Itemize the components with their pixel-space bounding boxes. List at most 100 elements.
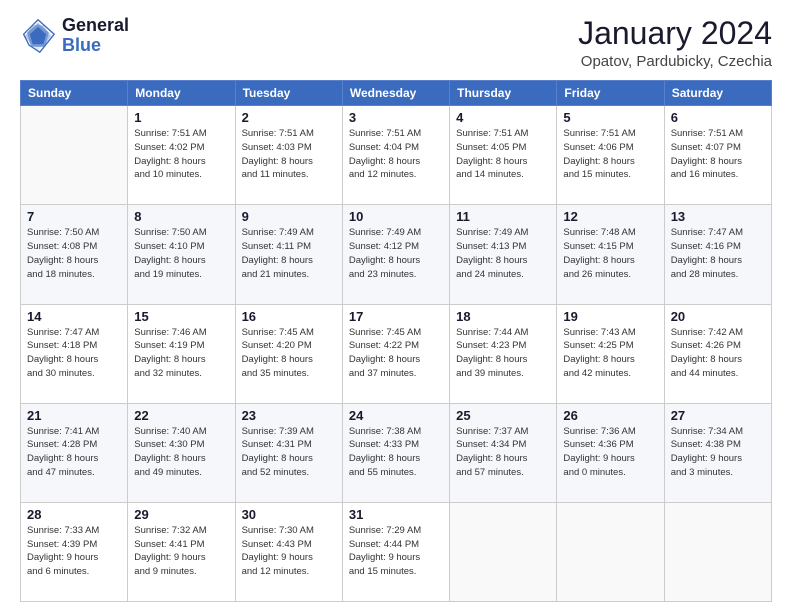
day-info: Sunrise: 7:49 AMSunset: 4:13 PMDaylight:… [456,226,550,281]
day-info: Sunrise: 7:45 AMSunset: 4:20 PMDaylight:… [242,326,336,381]
table-cell [450,502,557,601]
day-number: 3 [349,110,443,125]
day-number: 17 [349,309,443,324]
day-info: Sunrise: 7:42 AMSunset: 4:26 PMDaylight:… [671,326,765,381]
table-cell: 7Sunrise: 7:50 AMSunset: 4:08 PMDaylight… [21,205,128,304]
table-cell: 6 Sunrise: 7:51 AMSunset: 4:07 PMDaylight… [664,106,771,205]
table-cell: 12 Sunrise: 7:48 AMSunset: 4:15 PMDayligh… [557,205,664,304]
day-number: 28 [27,507,121,522]
day-info: Sunrise: 7:51 AMSunset: 4:07 PMDaylight:… [671,127,765,182]
day-info: Sunrise: 7:51 AMSunset: 4:06 PMDaylight:… [563,127,657,182]
day-info: Sunrise: 7:49 AMSunset: 4:12 PMDaylight:… [349,226,443,281]
header-friday: Friday [557,81,664,106]
table-cell: 5 Sunrise: 7:51 AMSunset: 4:06 PMDaylight… [557,106,664,205]
logo-line2: Blue [62,36,129,56]
table-cell [664,502,771,601]
day-info: Sunrise: 7:34 AMSunset: 4:38 PMDaylight:… [671,425,765,480]
table-cell: 8 Sunrise: 7:50 AMSunset: 4:10 PMDaylight… [128,205,235,304]
day-number: 24 [349,408,443,423]
table-cell: 11 Sunrise: 7:49 AMSunset: 4:13 PMDayligh… [450,205,557,304]
day-number: 8 [134,209,228,224]
day-info: Sunrise: 7:47 AMSunset: 4:18 PMDaylight:… [27,326,121,381]
table-cell [21,106,128,205]
header-wednesday: Wednesday [342,81,449,106]
table-cell: 13 Sunrise: 7:47 AMSunset: 4:16 PMDayligh… [664,205,771,304]
day-info: Sunrise: 7:38 AMSunset: 4:33 PMDaylight:… [349,425,443,480]
day-number: 5 [563,110,657,125]
day-info: Sunrise: 7:36 AMSunset: 4:36 PMDaylight:… [563,425,657,480]
day-number: 27 [671,408,765,423]
day-number: 22 [134,408,228,423]
table-cell: 22 Sunrise: 7:40 AMSunset: 4:30 PMDayligh… [128,403,235,502]
table-cell: 1 Sunrise: 7:51 AMSunset: 4:02 PMDaylight… [128,106,235,205]
day-number: 4 [456,110,550,125]
day-info: Sunrise: 7:48 AMSunset: 4:15 PMDaylight:… [563,226,657,281]
day-number: 1 [134,110,228,125]
header-thursday: Thursday [450,81,557,106]
logo-text: General Blue [62,16,129,56]
day-number: 13 [671,209,765,224]
page: General Blue January 2024 Opatov, Pardub… [0,0,792,612]
table-cell: 29 Sunrise: 7:32 AMSunset: 4:41 PMDayligh… [128,502,235,601]
table-cell: 16 Sunrise: 7:45 AMSunset: 4:20 PMDayligh… [235,304,342,403]
table-cell: 21 Sunrise: 7:41 AMSunset: 4:28 PMDayligh… [21,403,128,502]
day-info: Sunrise: 7:40 AMSunset: 4:30 PMDaylight:… [134,425,228,480]
table-cell: 20Sunrise: 7:42 AMSunset: 4:26 PMDayligh… [664,304,771,403]
table-cell [557,502,664,601]
day-number: 19 [563,309,657,324]
table-cell: 26 Sunrise: 7:36 AMSunset: 4:36 PMDayligh… [557,403,664,502]
day-info: Sunrise: 7:46 AMSunset: 4:19 PMDaylight:… [134,326,228,381]
week-row-5: 28 Sunrise: 7:33 AMSunset: 4:39 PMDayligh… [21,502,772,601]
day-number: 30 [242,507,336,522]
day-info: Sunrise: 7:32 AMSunset: 4:41 PMDaylight:… [134,524,228,579]
header-saturday: Saturday [664,81,771,106]
day-info: Sunrise: 7:51 AMSunset: 4:02 PMDaylight:… [134,127,228,182]
table-cell: 17 Sunrise: 7:45 AMSunset: 4:22 PMDayligh… [342,304,449,403]
table-cell: 19 Sunrise: 7:43 AMSunset: 4:25 PMDayligh… [557,304,664,403]
day-number: 2 [242,110,336,125]
table-cell: 9Sunrise: 7:49 AMSunset: 4:11 PMDaylight… [235,205,342,304]
title-block: January 2024 Opatov, Pardubicky, Czechia [578,16,772,70]
header: General Blue January 2024 Opatov, Pardub… [20,16,772,70]
location: Opatov, Pardubicky, Czechia [578,53,772,70]
logo-icon [20,18,56,54]
day-number: 12 [563,209,657,224]
day-info: Sunrise: 7:50 AMSunset: 4:10 PMDaylight:… [134,226,228,281]
table-cell: 25Sunrise: 7:37 AMSunset: 4:34 PMDayligh… [450,403,557,502]
day-info: Sunrise: 7:44 AMSunset: 4:23 PMDaylight:… [456,326,550,381]
day-info: Sunrise: 7:37 AMSunset: 4:34 PMDaylight:… [456,425,550,480]
day-number: 31 [349,507,443,522]
day-number: 6 [671,110,765,125]
header-monday: Monday [128,81,235,106]
table-cell: 3 Sunrise: 7:51 AMSunset: 4:04 PMDaylight… [342,106,449,205]
week-row-4: 21 Sunrise: 7:41 AMSunset: 4:28 PMDayligh… [21,403,772,502]
table-cell: 28 Sunrise: 7:33 AMSunset: 4:39 PMDayligh… [21,502,128,601]
day-info: Sunrise: 7:45 AMSunset: 4:22 PMDaylight:… [349,326,443,381]
table-cell: 4Sunrise: 7:51 AMSunset: 4:05 PMDaylight… [450,106,557,205]
day-info: Sunrise: 7:47 AMSunset: 4:16 PMDaylight:… [671,226,765,281]
header-sunday: Sunday [21,81,128,106]
table-cell: 18 Sunrise: 7:44 AMSunset: 4:23 PMDayligh… [450,304,557,403]
day-number: 29 [134,507,228,522]
day-info: Sunrise: 7:51 AMSunset: 4:03 PMDaylight:… [242,127,336,182]
table-cell: 14 Sunrise: 7:47 AMSunset: 4:18 PMDayligh… [21,304,128,403]
logo-line1: General [62,16,129,36]
week-row-1: 1 Sunrise: 7:51 AMSunset: 4:02 PMDaylight… [21,106,772,205]
day-number: 21 [27,408,121,423]
table-cell: 31Sunrise: 7:29 AMSunset: 4:44 PMDayligh… [342,502,449,601]
day-info: Sunrise: 7:50 AMSunset: 4:08 PMDaylight:… [27,226,121,281]
logo: General Blue [20,16,129,56]
table-cell: 30Sunrise: 7:30 AMSunset: 4:43 PMDayligh… [235,502,342,601]
table-cell: 2 Sunrise: 7:51 AMSunset: 4:03 PMDaylight… [235,106,342,205]
table-cell: 10Sunrise: 7:49 AMSunset: 4:12 PMDayligh… [342,205,449,304]
day-number: 26 [563,408,657,423]
day-info: Sunrise: 7:51 AMSunset: 4:04 PMDaylight:… [349,127,443,182]
day-info: Sunrise: 7:33 AMSunset: 4:39 PMDaylight:… [27,524,121,579]
day-number: 18 [456,309,550,324]
day-number: 11 [456,209,550,224]
day-info: Sunrise: 7:41 AMSunset: 4:28 PMDaylight:… [27,425,121,480]
day-number: 16 [242,309,336,324]
day-number: 14 [27,309,121,324]
header-tuesday: Tuesday [235,81,342,106]
day-info: Sunrise: 7:43 AMSunset: 4:25 PMDaylight:… [563,326,657,381]
